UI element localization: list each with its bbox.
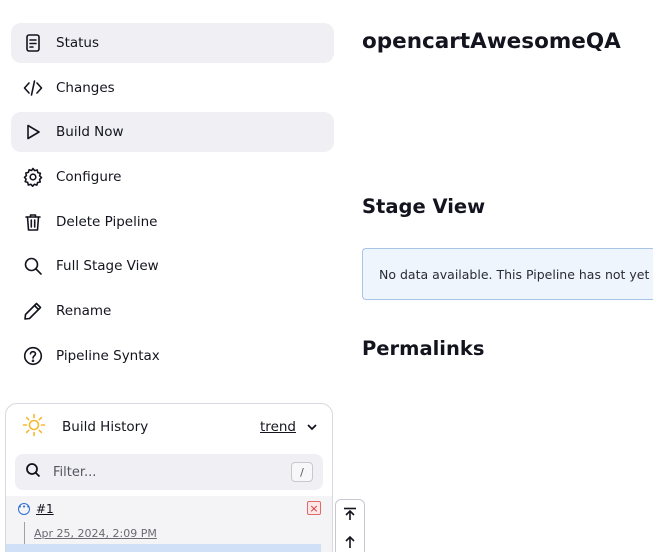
sidebar-item-changes[interactable]: Changes bbox=[11, 68, 334, 108]
sidebar: Status Changes Build Now Configure Delet… bbox=[11, 23, 334, 381]
keyboard-shortcut-hint: / bbox=[291, 462, 313, 482]
sidebar-item-rename[interactable]: Rename bbox=[11, 291, 334, 331]
sidebar-item-label: Changes bbox=[56, 79, 115, 96]
scroll-controls bbox=[335, 499, 365, 552]
search-icon bbox=[22, 255, 44, 277]
sidebar-item-status[interactable]: Status bbox=[11, 23, 334, 63]
sidebar-item-label: Rename bbox=[56, 303, 112, 320]
build-progress-bar bbox=[6, 544, 321, 552]
build-number-link[interactable]: #1 bbox=[36, 502, 54, 516]
sidebar-item-label: Full Stage View bbox=[56, 258, 159, 275]
sidebar-item-label: Build Now bbox=[56, 124, 124, 141]
play-icon bbox=[22, 121, 44, 143]
trash-icon bbox=[22, 211, 44, 233]
permalinks-heading: Permalinks bbox=[362, 337, 485, 360]
scroll-up-button[interactable] bbox=[336, 528, 364, 552]
build-row[interactable]: ••• #1 × Apr 25, 2024, 2:09 PM bbox=[6, 496, 332, 552]
delete-build-button[interactable]: × bbox=[307, 501, 321, 515]
sidebar-item-label: Status bbox=[56, 35, 100, 51]
sidebar-item-label: Configure bbox=[56, 169, 122, 186]
sidebar-item-pipeline-syntax[interactable]: Pipeline Syntax bbox=[11, 336, 334, 376]
build-history-header: Build History trend bbox=[6, 404, 332, 450]
status-icon bbox=[22, 32, 44, 54]
stage-view-info-alert: No data available. This Pipeline has not… bbox=[362, 248, 653, 300]
arrow-to-top-icon bbox=[344, 507, 356, 520]
trend-link[interactable]: trend bbox=[260, 419, 296, 435]
stage-view-message: No data available. This Pipeline has not… bbox=[379, 266, 653, 282]
sidebar-item-full-stage-view[interactable]: Full Stage View bbox=[11, 246, 334, 286]
pencil-icon bbox=[22, 300, 44, 322]
build-date[interactable]: Apr 25, 2024, 2:09 PM bbox=[34, 527, 157, 540]
page-title: opencartAwesomeQA bbox=[362, 29, 621, 54]
help-icon bbox=[22, 345, 44, 367]
sun-icon bbox=[22, 413, 46, 441]
timeline-line bbox=[24, 522, 25, 544]
sidebar-item-configure[interactable]: Configure bbox=[11, 157, 334, 197]
build-history-panel: Build History trend / ••• #1 × Apr 25, 2… bbox=[5, 403, 333, 552]
sidebar-item-label: Delete Pipeline bbox=[56, 213, 158, 230]
stage-view-heading: Stage View bbox=[362, 195, 486, 218]
chevron-down-icon[interactable] bbox=[306, 418, 318, 437]
sidebar-item-delete-pipeline[interactable]: Delete Pipeline bbox=[11, 202, 334, 242]
code-icon bbox=[22, 77, 44, 99]
sidebar-item-label: Pipeline Syntax bbox=[56, 347, 160, 364]
scroll-to-top-button[interactable] bbox=[336, 500, 364, 528]
build-filter[interactable]: / bbox=[15, 454, 323, 490]
build-history-title: Build History bbox=[62, 419, 149, 435]
gear-icon bbox=[22, 166, 44, 188]
search-icon bbox=[25, 462, 41, 482]
running-status-icon: ••• bbox=[18, 503, 30, 515]
sidebar-item-build-now[interactable]: Build Now bbox=[11, 112, 334, 153]
filter-input[interactable] bbox=[53, 464, 291, 480]
arrow-up-icon bbox=[345, 535, 355, 548]
